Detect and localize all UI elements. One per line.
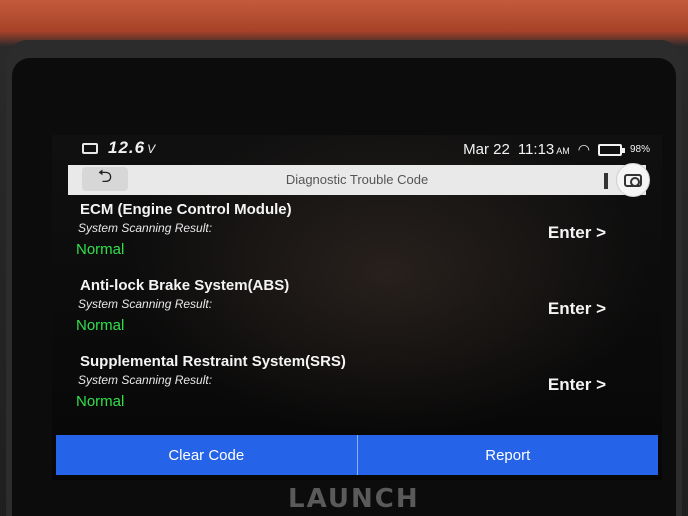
battery-icon <box>597 143 625 156</box>
scan-result-label: System Scanning Result: <box>78 221 213 235</box>
scan-result-label: System Scanning Result: <box>78 297 213 311</box>
module-row-srs: Supplemental Restraint System(SRS) Syste… <box>52 353 662 429</box>
voltage-unit: V <box>147 142 157 156</box>
camera-icon <box>624 173 642 187</box>
status-time-group: 11:13 AM <box>518 141 570 158</box>
status-ampm: AM <box>556 146 570 156</box>
module-name: Supplemental Restraint System(SRS) <box>80 353 346 370</box>
wifi-icon: ◠ <box>577 141 590 157</box>
status-bar: 12.6 V Mar 22 11:13 AM ◠ 98% <box>52 135 662 165</box>
enter-button-srs[interactable]: Enter > <box>548 375 606 395</box>
battery-percent: 98% <box>629 144 650 155</box>
report-button[interactable]: Report <box>358 435 659 475</box>
enter-button-ecm[interactable]: Enter > <box>548 223 606 243</box>
clear-code-button[interactable]: Clear Code <box>56 435 357 475</box>
module-name: Anti-lock Brake System(ABS) <box>80 277 290 294</box>
flag-icon <box>604 173 608 189</box>
module-row-ecm: ECM (Engine Control Module) System Scann… <box>52 201 662 277</box>
screenshot-button[interactable] <box>616 163 650 197</box>
voltage-readout: 12.6 V <box>108 138 156 158</box>
status-date: Mar 22 <box>463 141 510 158</box>
scan-result-value: Normal <box>76 241 125 258</box>
scan-result-label: System Scanning Result: <box>78 373 213 387</box>
status-time: 11:13 <box>517 141 555 158</box>
title-bar: ⮌ Diagnostic Trouble Code <box>68 163 650 197</box>
brand-logo: LAUNCH <box>288 484 420 514</box>
module-row-abs: Anti-lock Brake System(ABS) System Scann… <box>52 277 662 353</box>
module-name: ECM (Engine Control Module) <box>80 201 292 218</box>
page-title: Diagnostic Trouble Code <box>285 172 429 187</box>
voltage-value: 12.6 <box>108 138 146 157</box>
enter-button-abs[interactable]: Enter > <box>548 299 606 319</box>
scan-result-value: Normal <box>76 393 125 410</box>
scan-result-value: Normal <box>76 317 125 334</box>
screen: 12.6 V Mar 22 11:13 AM ◠ 98% ⮌ Diagnostic … <box>52 135 662 480</box>
vehicle-battery-icon <box>82 143 98 154</box>
action-bar: Clear Code Report <box>56 435 658 475</box>
status-right: Mar 22 11:13 AM ◠ 98% <box>463 141 650 158</box>
